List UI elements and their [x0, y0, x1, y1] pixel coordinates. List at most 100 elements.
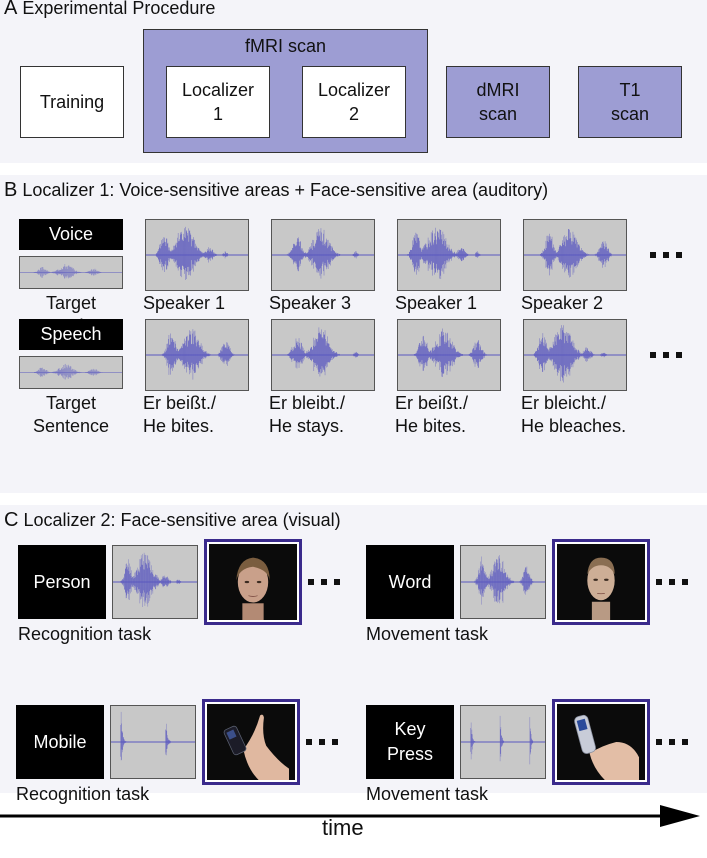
task-cue: Word	[366, 545, 454, 619]
waveform-icon	[20, 363, 122, 380]
waveform-icon	[524, 325, 626, 383]
task-caption: Recognition task	[18, 624, 152, 644]
stimulus-waveform	[145, 319, 249, 391]
section-localizer-2: C Localizer 2: Face-sensitive area (visua…	[0, 505, 707, 804]
stimulus-waveform	[112, 545, 198, 619]
stimulus-caption-line: Er beißt./	[143, 393, 217, 413]
stimulus-photo	[552, 699, 650, 785]
waveform-icon	[398, 328, 500, 378]
target-caption-line: Target	[45, 393, 97, 413]
waveform-icon	[524, 229, 626, 278]
target-caption: Target Sentence	[19, 392, 123, 438]
ellipsis-icon	[650, 252, 682, 258]
stimulus-waveform	[271, 319, 375, 391]
stimulus-caption: Er bleicht./ He bleaches.	[521, 392, 626, 438]
stimulus-caption-line: He bleaches.	[521, 416, 627, 436]
waveform-icon	[113, 552, 197, 608]
task-cue-line: Word	[388, 571, 432, 592]
ellipsis-dot	[308, 579, 314, 585]
ellipsis-icon	[308, 579, 340, 585]
localizer-2-box: Localizer 2	[302, 66, 406, 138]
target-caption-line: Sentence	[32, 416, 110, 436]
ellipsis-dot	[306, 739, 312, 745]
stimulus-caption: Speaker 1	[143, 292, 225, 315]
photo-inner	[209, 544, 297, 620]
waveform-icon	[461, 555, 545, 605]
stimulus-waveform	[460, 705, 546, 779]
task-caption: Movement task	[366, 624, 489, 644]
task-cue-line: Key	[394, 719, 426, 739]
dmri-scan-box: dMRI scan	[446, 66, 550, 138]
stimulus-caption-line: He bites.	[395, 416, 467, 436]
ellipsis-dot	[663, 252, 669, 258]
ellipsis-icon	[306, 739, 338, 745]
stimulus-caption-line: Speaker 1	[143, 293, 226, 313]
stimulus-waveform	[523, 319, 627, 391]
stimulus-caption-line: He bites.	[143, 416, 215, 436]
ellipsis-icon	[650, 352, 682, 358]
dmri-line2: scan	[478, 104, 518, 124]
ellipsis-dot	[319, 739, 325, 745]
section-title-text: Experimental Procedure	[22, 0, 216, 18]
section-letter: B	[4, 179, 18, 201]
waveform-icon	[272, 327, 374, 377]
stimulus-caption-line: He stays.	[269, 416, 345, 436]
stimulus-caption: Speaker 2	[521, 292, 603, 315]
task-label-voice: Voice	[19, 219, 123, 250]
stimulus-caption-line: Speaker 2	[521, 293, 604, 313]
stimulus-caption-line: Er bleibt./	[269, 393, 346, 413]
section-letter: A	[4, 0, 18, 19]
section-a-title: A Experimental Procedure	[4, 0, 215, 20]
training-box: Training	[20, 66, 124, 138]
waveform-icon	[398, 227, 500, 280]
stimulus-waveform	[397, 219, 501, 291]
ellipsis-dot	[332, 739, 338, 745]
t1-line1: T1	[619, 80, 641, 100]
stimulus-photo	[552, 539, 650, 625]
ellipsis-dot	[663, 352, 669, 358]
waveform-icon	[111, 711, 195, 761]
waveform-icon	[20, 264, 122, 279]
stimulus-photo	[202, 699, 300, 785]
fmri-scan-label: fMRI scan	[244, 36, 327, 56]
stimulus-caption: Er bleibt./ He stays.	[269, 392, 345, 438]
waveform-icon	[461, 715, 545, 765]
stimulus-caption: Speaker 3	[269, 292, 351, 315]
section-title-text: Localizer 2: Face-sensitive area (visual…	[23, 510, 341, 530]
task-cue-line: Press	[386, 744, 433, 764]
stimulus-caption-line: Er beißt./	[395, 393, 469, 413]
ellipsis-dot	[676, 252, 682, 258]
stimulus-caption: Er beißt./ He bites.	[395, 392, 468, 438]
localizer-1-line1: Localizer	[181, 80, 255, 100]
stimulus-caption-line: Speaker 1	[395, 293, 478, 313]
stimulus-waveform	[397, 319, 501, 391]
section-letter: C	[4, 509, 19, 531]
ellipsis-dot	[676, 352, 682, 358]
dmri-line1: dMRI	[476, 80, 520, 100]
stimulus-waveform	[460, 545, 546, 619]
t1-line2: scan	[610, 104, 650, 124]
ellipsis-icon	[656, 579, 688, 585]
ellipsis-dot	[656, 579, 662, 585]
photo-inner	[557, 704, 645, 780]
photo-inner	[557, 544, 645, 620]
section-title-text: Localizer 1: Voice-sensitive areas + Fac…	[22, 180, 549, 200]
stimulus-waveform	[110, 705, 196, 779]
ellipsis-dot	[321, 579, 327, 585]
localizer-2-line1: Localizer	[317, 80, 391, 100]
ellipsis-dot	[656, 739, 662, 745]
time-label: time	[322, 815, 364, 840]
task-cue: Key Press	[366, 705, 454, 779]
task-cue-line: Person	[33, 571, 91, 592]
section-c-title: C Localizer 2: Face-sensitive area (visua…	[4, 509, 341, 532]
waveform-icon	[146, 226, 248, 280]
section-localizer-1: B Localizer 1: Voice-sensitive areas + Fa…	[0, 175, 707, 493]
stimulus-photo	[204, 539, 302, 625]
stimulus-waveform	[523, 219, 627, 291]
face-photo-icon	[236, 557, 270, 620]
stimulus-caption-line: Er bleicht./	[521, 393, 607, 413]
waveform-icon	[272, 228, 374, 279]
phone-hand-photo-icon	[574, 714, 639, 780]
section-b-title: B Localizer 1: Voice-sensitive areas + Fa…	[4, 179, 548, 202]
task-label-speech: Speech	[19, 319, 123, 350]
